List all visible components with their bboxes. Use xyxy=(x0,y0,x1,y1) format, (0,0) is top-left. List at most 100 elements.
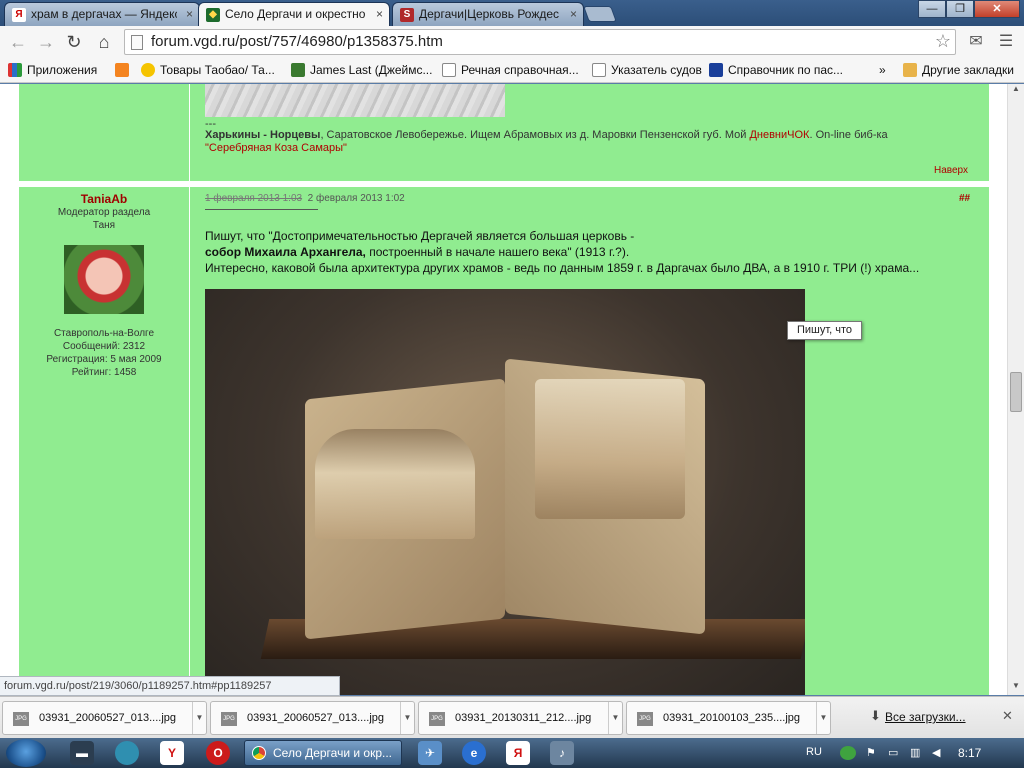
home-icon[interactable]: ⌂ xyxy=(92,30,116,54)
monitor-icon[interactable]: ▭ xyxy=(888,746,898,759)
forum-page: --- Харькины - Норцевы, Саратовское Лево… xyxy=(0,84,1007,695)
page-icon xyxy=(442,63,456,77)
language-indicator[interactable]: RU xyxy=(806,746,822,758)
post-anchor-link[interactable]: ## xyxy=(959,193,970,204)
all-downloads-link[interactable]: Все загрузки... xyxy=(885,710,966,724)
signature-text: , Саратовское Левобережье. Ищем Абрамовы… xyxy=(320,129,750,141)
sobory-icon: S xyxy=(400,8,414,22)
back-icon[interactable]: ← xyxy=(6,30,30,54)
post-date: 2 февраля 2013 1:02 xyxy=(307,193,405,204)
internet-explorer-icon[interactable]: e xyxy=(462,741,486,765)
volume-icon[interactable]: ◀ xyxy=(932,746,940,759)
minimize-button[interactable]: — xyxy=(918,0,946,18)
user-role: Модератор раздела xyxy=(57,207,151,218)
download-item[interactable]: JPG 03931_20060527_013....jpg ▼ xyxy=(2,701,207,735)
scroll-thumb[interactable] xyxy=(1010,372,1022,412)
bookmark-label: Речная справочная... xyxy=(461,63,579,77)
post-text-line: Интересно, каковой была архитектура друг… xyxy=(205,261,920,275)
page-scrollbar[interactable]: ▲ ▼ xyxy=(1007,84,1024,695)
download-filename: 03931_20060527_013....jpg xyxy=(39,712,177,724)
bookmark-taobao[interactable]: Товары Таобао/ Та... xyxy=(141,62,275,79)
maximize-button[interactable]: ❐ xyxy=(946,0,974,18)
start-button[interactable] xyxy=(6,739,46,767)
taskbar-task-chrome[interactable]: Село Дергачи и окр... xyxy=(244,740,402,766)
chevron-down-icon[interactable]: ▼ xyxy=(608,702,622,734)
opera-icon[interactable]: O xyxy=(206,741,230,765)
yandex-browser-icon[interactable]: Y xyxy=(160,741,184,765)
yandex-icon: Я xyxy=(12,8,26,22)
jpg-file-icon: JPG xyxy=(637,712,653,726)
tab-vgd[interactable]: ◆ Село Дергачи и окрестно × xyxy=(198,2,390,27)
close-icon[interactable]: × xyxy=(570,3,577,25)
bookmark-passenger-reference[interactable]: Справочник по пас... xyxy=(709,62,843,79)
flag-icon[interactable]: ⚑ xyxy=(866,746,876,759)
close-icon[interactable]: × xyxy=(186,3,193,25)
menu-icon[interactable]: ☰ xyxy=(994,30,1018,54)
tab-title: Дергачи|Церковь Рождес xyxy=(419,7,560,21)
previous-post-image[interactable] xyxy=(205,84,505,117)
email-icon[interactable]: ✉ xyxy=(964,30,988,54)
terminal-icon[interactable]: ▬ xyxy=(70,741,94,765)
url-text[interactable]: forum.vgd.ru/post/757/46980/p1358375.htm xyxy=(151,33,443,50)
post-dates: 1 февраля 2013 1:03 2 февраля 2013 1:02 xyxy=(205,193,405,204)
close-icon[interactable]: × xyxy=(376,3,383,25)
bookmark-ok[interactable] xyxy=(115,62,134,79)
user-column xyxy=(19,84,189,695)
scroll-down-icon[interactable]: ▼ xyxy=(1008,681,1024,695)
reload-icon[interactable]: ↻ xyxy=(62,30,86,54)
diary-link[interactable]: ДневниЧОК xyxy=(749,129,809,141)
download-arrow-icon: ⬇ xyxy=(870,708,881,723)
column-divider xyxy=(189,84,190,695)
user-realname: Таня xyxy=(92,220,116,231)
yandex-icon[interactable]: Я xyxy=(506,741,530,765)
chrome-icon xyxy=(252,746,266,760)
username-link[interactable]: TaniaAb xyxy=(19,192,189,206)
user-registered: Регистрация: 5 мая 2009 xyxy=(46,354,162,365)
bookmark-ship-index[interactable]: Указатель судов xyxy=(592,62,702,79)
chevron-down-icon[interactable]: ▼ xyxy=(192,702,206,734)
download-filename: 03931_20130311_212....jpg xyxy=(455,712,592,724)
church-photo-right xyxy=(535,379,685,519)
clock[interactable]: 8:17 xyxy=(958,746,981,760)
chevron-down-icon[interactable]: ▼ xyxy=(400,702,414,734)
tab-title: храм в дергачах — Яндекс xyxy=(31,7,177,21)
network-icon[interactable]: ▥ xyxy=(910,746,920,759)
close-window-button[interactable]: ✕ xyxy=(974,0,1020,18)
post-text-line: собор Михаила Архангела, построенный в н… xyxy=(205,244,965,260)
bookmark-label: Другие закладки xyxy=(922,63,1014,77)
to-top-link[interactable]: Наверх xyxy=(934,165,968,176)
bird-icon[interactable]: ✈ xyxy=(418,741,442,765)
status-bar-url: forum.vgd.ru/post/219/3060/p1189257.htm#… xyxy=(0,676,340,696)
download-item[interactable]: JPG 03931_20100103_235....jpg ▼ xyxy=(626,701,831,735)
post-image-book-with-churches[interactable] xyxy=(205,289,805,695)
scroll-up-icon[interactable]: ▲ xyxy=(1008,84,1024,98)
bookmark-other[interactable]: Другие закладки xyxy=(903,62,1014,79)
browser-toolbar: ← → ↻ ⌂ forum.vgd.ru/post/757/46980/p135… xyxy=(0,26,1024,58)
bookmark-label: Приложения xyxy=(27,63,98,77)
download-item[interactable]: JPG 03931_20130311_212....jpg ▼ xyxy=(418,701,623,735)
browser-sphere-icon[interactable] xyxy=(115,741,139,765)
speaker-icon[interactable]: ♪ xyxy=(550,741,574,765)
library-link[interactable]: "Серебряная Коза Самары" xyxy=(205,142,347,154)
date-underline xyxy=(205,209,318,210)
address-bar[interactable]: forum.vgd.ru/post/757/46980/p1358375.htm… xyxy=(124,29,956,55)
taobao-icon xyxy=(141,63,155,77)
avatar xyxy=(64,245,144,314)
bookmarks-overflow[interactable]: » xyxy=(879,62,886,79)
antivirus-icon[interactable] xyxy=(840,746,856,760)
tab-sobory[interactable]: S Дергачи|Церковь Рождес × xyxy=(392,2,584,26)
bookmark-apps[interactable]: Приложения xyxy=(8,62,97,79)
new-tab-button[interactable] xyxy=(583,6,617,22)
download-item[interactable]: JPG 03931_20060527_013....jpg ▼ xyxy=(210,701,415,735)
forward-icon[interactable]: → xyxy=(34,30,58,54)
bookmark-james-last[interactable]: James Last (Джеймс... xyxy=(291,62,432,79)
post-separator xyxy=(19,181,989,187)
post-text-line: Пишут, что "Достопримечательностью Дерга… xyxy=(205,229,635,243)
bookmark-star-icon[interactable]: ☆ xyxy=(935,31,951,52)
close-icon[interactable]: ✕ xyxy=(1002,708,1013,724)
signature-surnames: Харькины - Норцевы xyxy=(205,129,321,141)
chevron-down-icon[interactable]: ▼ xyxy=(816,702,830,734)
tab-yandex[interactable]: Я храм в дергачах — Яндекс × xyxy=(4,2,200,26)
bookmark-river-reference[interactable]: Речная справочная... xyxy=(442,62,579,79)
vgd-icon: ◆ xyxy=(206,8,220,22)
